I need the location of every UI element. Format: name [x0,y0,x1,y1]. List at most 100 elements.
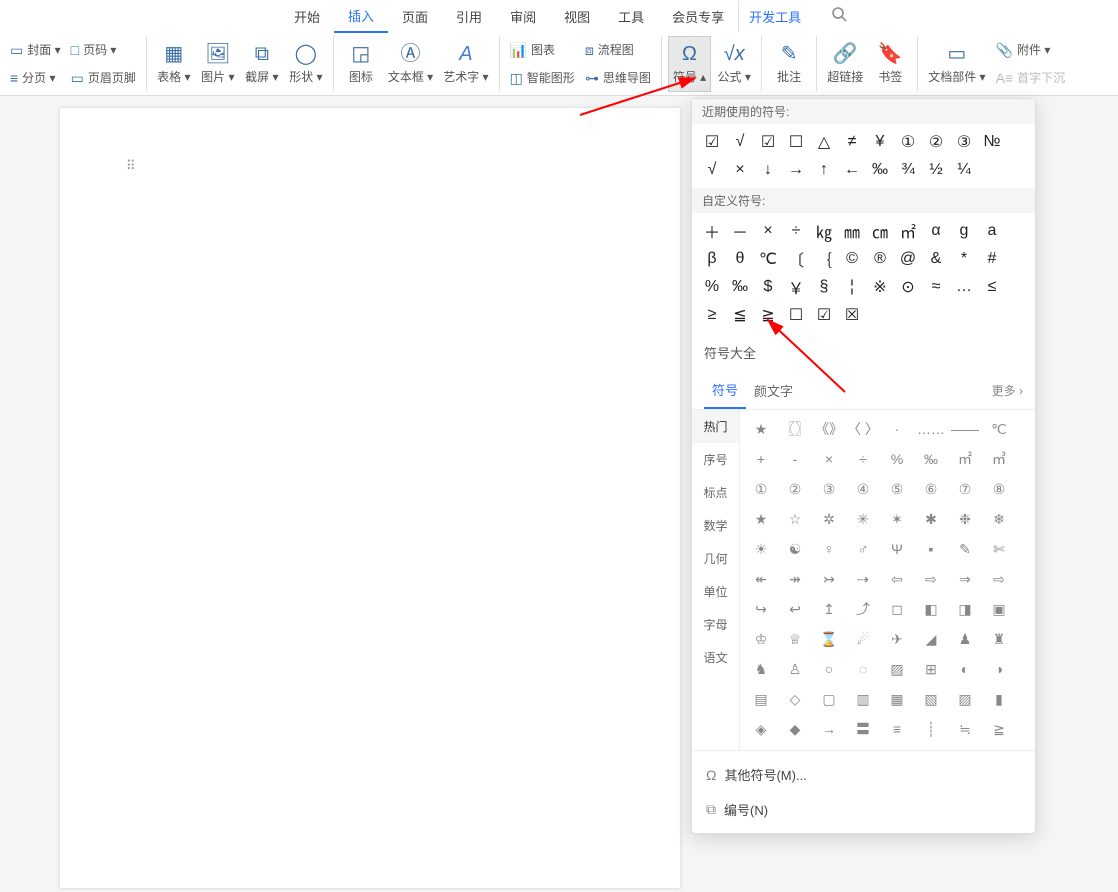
catalog-symbol[interactable]: ↩ [778,594,812,624]
tab-view[interactable]: 视图 [550,1,604,32]
catalog-symbol[interactable]: ‰ [914,444,948,474]
catalog-symbol[interactable]: —— [948,414,982,444]
catalog-symbol[interactable]: ⇒ [948,564,982,594]
custom-symbol[interactable]: ☐ [782,301,810,329]
catalog-symbol[interactable]: × [812,444,846,474]
formula-button[interactable]: √x公式 ▾ [713,36,755,92]
catalog-symbol[interactable]: Ψ [880,534,914,564]
catalog-symbol[interactable]: 《》 [812,414,846,444]
category-item[interactable]: 热门 [692,410,739,443]
catalog-symbol[interactable]: ✄ [982,534,1016,564]
category-item[interactable]: 标点 [692,476,739,509]
catalog-symbol[interactable]: 〓 [846,714,880,744]
catalog-symbol[interactable]: ⇨ [914,564,948,594]
catalog-symbol[interactable]: ▪ [914,534,948,564]
catalog-symbol[interactable]: ✎ [948,534,982,564]
custom-symbol[interactable]: ≦ [726,301,754,329]
catalog-symbol[interactable]: ☯ [778,534,812,564]
catalog-symbol[interactable]: ⑧ [982,474,1016,504]
catalog-symbol[interactable]: ☆ [778,504,812,534]
catalog-symbol[interactable]: ◑ [982,654,1016,684]
catalog-symbol[interactable]: ★ [744,414,778,444]
mindmap-button[interactable]: ⊶思维导图 [581,65,655,91]
flowchart-button[interactable]: ⧈流程图 [581,37,655,63]
custom-symbol[interactable]: ≈ [922,273,950,301]
catalog-symbol[interactable]: ♙ [778,654,812,684]
catalog-symbol[interactable]: ↥ [812,594,846,624]
recent-symbol[interactable]: ③ [950,128,978,156]
custom-symbol[interactable]: @ [894,245,922,273]
custom-symbol[interactable]: ㎜ [838,217,866,245]
catalog-symbol[interactable]: ① [744,474,778,504]
catalog-symbol[interactable]: 〈 〉 [846,414,880,444]
bookmark-button[interactable]: 🔖书签 [869,36,911,92]
custom-symbol[interactable]: ☒ [838,301,866,329]
recent-symbol[interactable]: ↑ [810,156,838,184]
popup-tab-emoji[interactable]: 颜文字 [746,373,801,408]
catalog-symbol[interactable]: · [880,414,914,444]
recent-symbol[interactable]: ↓ [754,156,782,184]
catalog-grid-wrap[interactable]: ★〖〗《》〈 〉·……——℃+-×÷%‰㎡㎥①②③④⑤⑥⑦⑧★☆✲✳✶✱❉❄☀☯… [740,410,1035,750]
catalog-symbol[interactable]: ㎥ [982,444,1016,474]
catalog-symbol[interactable]: ▧ [914,684,948,714]
catalog-symbol[interactable]: ▨ [880,654,914,684]
catalog-symbol[interactable]: ⑥ [914,474,948,504]
catalog-symbol[interactable]: ↠ [778,564,812,594]
tab-page[interactable]: 页面 [388,1,442,32]
custom-symbol[interactable]: ≤ [978,273,1006,301]
custom-symbol[interactable]: # [978,245,1006,273]
catalog-symbol[interactable]: ℃ [982,414,1016,444]
catalog-symbol[interactable]: ○ [812,654,846,684]
category-item[interactable]: 序号 [692,443,739,476]
recent-symbol[interactable]: № [978,128,1006,156]
catalog-symbol[interactable]: ✳ [846,504,880,534]
catalog-symbol[interactable]: ⤴ [846,594,880,624]
catalog-symbol[interactable]: ◨ [948,594,982,624]
catalog-symbol[interactable]: ◻ [880,594,914,624]
picture-button[interactable]: 🖼图片 ▾ [197,36,239,92]
custom-symbol[interactable]: ☑ [810,301,838,329]
section-button[interactable]: ≡分页 ▾ [6,65,65,91]
screenshot-button[interactable]: ⧉截屏 ▾ [241,36,283,92]
custom-symbol[interactable]: … [950,273,978,301]
recent-symbol[interactable]: △ [810,128,838,156]
category-item[interactable]: 单位 [692,575,739,608]
other-symbols-button[interactable]: Ω 其他符号(M)... [692,757,1035,792]
recent-symbol[interactable]: ¼ [950,156,978,184]
recent-symbol[interactable]: × [726,156,754,184]
catalog-symbol[interactable]: ◢ [914,624,948,654]
tab-insert[interactable]: 插入 [334,0,388,33]
recent-symbol[interactable]: → [782,156,810,184]
custom-symbol[interactable]: % [698,273,726,301]
catalog-symbol[interactable]: ❄ [982,504,1016,534]
shape-button[interactable]: ◯形状 ▾ [285,36,327,92]
catalog-symbol[interactable]: ♞ [744,654,778,684]
catalog-symbol[interactable]: ▢ [812,684,846,714]
custom-symbol[interactable]: * [950,245,978,273]
catalog-symbol[interactable]: ◧ [914,594,948,624]
category-item[interactable]: 几何 [692,542,739,575]
custom-symbol[interactable]: ℃ [754,245,782,273]
numbering-button[interactable]: ⧉ 编号(N) [692,792,1035,827]
custom-symbol[interactable]: ㎏ [810,217,838,245]
recent-symbol[interactable]: ‰ [866,156,894,184]
catalog-symbol[interactable]: ✱ [914,504,948,534]
catalog-symbol[interactable]: ⑤ [880,474,914,504]
catalog-symbol[interactable]: ♜ [982,624,1016,654]
comment-button[interactable]: ✎批注 [768,36,810,92]
recent-symbol[interactable]: ☐ [782,128,810,156]
catalog-symbol[interactable]: ✶ [880,504,914,534]
custom-symbol[interactable]: ɡ [950,217,978,245]
custom-symbol[interactable]: $ [754,273,782,301]
category-item[interactable]: 字母 [692,608,739,641]
catalog-symbol[interactable]: ▣ [982,594,1016,624]
tab-review[interactable]: 审阅 [496,1,550,32]
hyperlink-button[interactable]: 🔗超链接 [823,36,867,92]
catalog-symbol[interactable]: ≒ [948,714,982,744]
tab-devtools[interactable]: 开发工具 [738,1,815,32]
catalog-symbol[interactable]: ☄ [846,624,880,654]
custom-symbol[interactable]: α [922,217,950,245]
docparts-button[interactable]: ▭文档部件 ▾ [924,36,989,92]
category-item[interactable]: 数学 [692,509,739,542]
category-item[interactable]: 语文 [692,641,739,674]
